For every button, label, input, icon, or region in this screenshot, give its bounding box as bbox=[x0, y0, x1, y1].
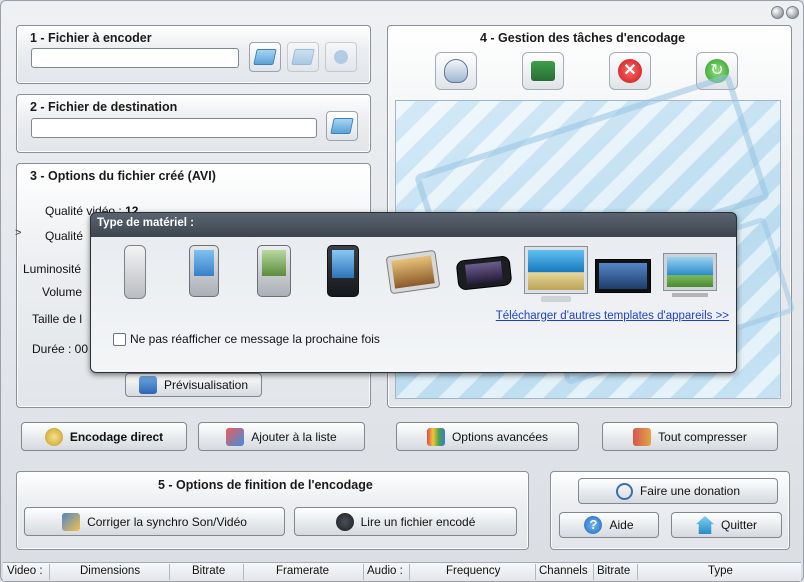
read-file-button[interactable]: Lire un fichier encodé bbox=[294, 507, 517, 536]
compress-all-label: Tout compresser bbox=[658, 429, 747, 444]
status-separator bbox=[49, 564, 50, 580]
device-widescreen-tv[interactable] bbox=[595, 259, 651, 293]
folder-icon bbox=[330, 118, 354, 134]
device-pda-1[interactable] bbox=[189, 245, 219, 297]
status-separator bbox=[363, 564, 364, 580]
help-icon: ? bbox=[584, 516, 603, 534]
status-separator bbox=[637, 564, 638, 580]
status-bitrate-video: Bitrate bbox=[192, 565, 226, 577]
status-bitrate-audio: Bitrate bbox=[597, 565, 631, 577]
status-video: Video : bbox=[7, 565, 43, 577]
close-button[interactable] bbox=[786, 6, 799, 19]
batch-icon bbox=[291, 49, 315, 65]
status-framerate: Framerate bbox=[276, 565, 330, 577]
batch-button bbox=[287, 42, 319, 72]
finishing-options-title: 5 - Options de finition de l'encodage bbox=[158, 478, 373, 492]
quit-button[interactable]: Quitter bbox=[671, 512, 782, 538]
device-pda-2[interactable] bbox=[257, 245, 291, 297]
status-separator bbox=[593, 564, 594, 580]
minimize-button[interactable] bbox=[771, 6, 784, 19]
mouse-icon bbox=[444, 59, 468, 83]
options-icon bbox=[426, 427, 445, 446]
preview-icon bbox=[138, 376, 157, 394]
status-type: Type bbox=[708, 565, 733, 577]
status-audio: Audio : bbox=[367, 565, 403, 577]
list-add-icon bbox=[226, 427, 245, 446]
download-templates-link[interactable]: Télécharger d'autres templates d'apparei… bbox=[496, 310, 729, 322]
advanced-options-label: Options avancées bbox=[451, 429, 549, 444]
task-management-title: 4 - Gestion des tâches d'encodage bbox=[480, 31, 686, 45]
delete-task-button[interactable]: ✕ bbox=[609, 52, 651, 90]
film-reel-icon bbox=[335, 512, 354, 531]
info-button bbox=[325, 42, 357, 72]
paypal-icon bbox=[615, 482, 633, 500]
browse-source-button[interactable] bbox=[249, 42, 281, 72]
save-icon bbox=[531, 61, 555, 81]
sync-icon bbox=[62, 512, 81, 531]
home-icon bbox=[695, 516, 714, 534]
preview-button[interactable]: Prévisualisation bbox=[125, 373, 262, 397]
dont-show-again-label: Ne pas réafficher ce message la prochain… bbox=[130, 332, 380, 346]
save-task-button[interactable] bbox=[522, 52, 564, 90]
add-to-list-button[interactable]: Ajouter à la liste bbox=[198, 422, 365, 451]
device-portable-player[interactable] bbox=[455, 255, 513, 291]
advanced-options-button[interactable]: Options avancées bbox=[396, 422, 579, 451]
encode-direct-button[interactable]: Encodage direct bbox=[21, 422, 187, 451]
compress-all-button[interactable]: Tout compresser bbox=[602, 422, 778, 451]
main-window: 1 - Fichier à encoder 2 - Fichier de des… bbox=[0, 0, 804, 582]
status-bar: Video : Dimensions Bitrate Framerate Aud… bbox=[3, 562, 801, 581]
destination-file-title: 2 - Fichier de destination bbox=[30, 100, 178, 114]
fix-sync-label: Corriger la synchro Son/Vidéo bbox=[87, 514, 247, 529]
source-file-input[interactable] bbox=[31, 48, 239, 68]
destination-file-input[interactable] bbox=[31, 118, 317, 138]
device-monitor[interactable] bbox=[525, 247, 587, 302]
device-flat-tv[interactable] bbox=[663, 253, 717, 297]
status-separator bbox=[409, 564, 410, 580]
status-frequency: Frequency bbox=[446, 565, 501, 577]
donation-button[interactable]: Faire une donation bbox=[578, 478, 778, 504]
size-label: Taille de l bbox=[32, 312, 83, 326]
panel-source-file: 1 - Fichier à encoder bbox=[16, 25, 371, 84]
quality-label: Qualité bbox=[45, 229, 84, 243]
device-photo-frame[interactable] bbox=[385, 249, 441, 295]
status-separator bbox=[169, 564, 170, 580]
panel-destination-file: 2 - Fichier de destination bbox=[16, 94, 371, 153]
dont-show-again-checkbox[interactable] bbox=[113, 333, 126, 346]
add-to-list-label: Ajouter à la liste bbox=[251, 429, 337, 444]
luminosity-label: Luminosité bbox=[23, 262, 82, 276]
encode-direct-label: Encodage direct bbox=[69, 429, 164, 444]
add-task-button[interactable] bbox=[435, 52, 477, 90]
preview-button-label: Prévisualisation bbox=[163, 378, 249, 392]
read-file-label: Lire un fichier encodé bbox=[360, 514, 476, 529]
status-channels: Channels bbox=[539, 565, 588, 577]
device-type-popup: Type de matériel : Télécharger d'autres … bbox=[90, 212, 737, 373]
gear-icon bbox=[44, 427, 63, 446]
device-pda-3[interactable] bbox=[327, 245, 359, 297]
quit-label: Quitter bbox=[720, 518, 757, 532]
delete-icon: ✕ bbox=[618, 59, 642, 83]
volume-label: Volume bbox=[42, 285, 83, 299]
help-label: Aide bbox=[609, 518, 634, 532]
status-separator bbox=[535, 564, 536, 580]
compress-icon bbox=[633, 427, 652, 446]
folder-icon bbox=[253, 49, 277, 65]
info-icon bbox=[334, 50, 348, 64]
device-type-title: Type de matériel : bbox=[97, 217, 194, 229]
donation-label: Faire une donation bbox=[639, 484, 741, 498]
browse-destination-button[interactable] bbox=[326, 111, 358, 141]
help-button[interactable]: ? Aide bbox=[559, 512, 659, 538]
status-separator bbox=[243, 564, 244, 580]
status-dimensions: Dimensions bbox=[80, 565, 141, 577]
output-options-title: 3 - Options du fichier créé (AVI) bbox=[30, 169, 216, 183]
fix-sync-button[interactable]: Corriger la synchro Son/Vidéo bbox=[24, 507, 285, 536]
device-phone[interactable] bbox=[124, 245, 146, 299]
expand-arrow[interactable]: > bbox=[15, 227, 25, 241]
duration-label: Durée : 00 bbox=[32, 342, 89, 356]
source-file-title: 1 - Fichier à encoder bbox=[30, 31, 152, 45]
